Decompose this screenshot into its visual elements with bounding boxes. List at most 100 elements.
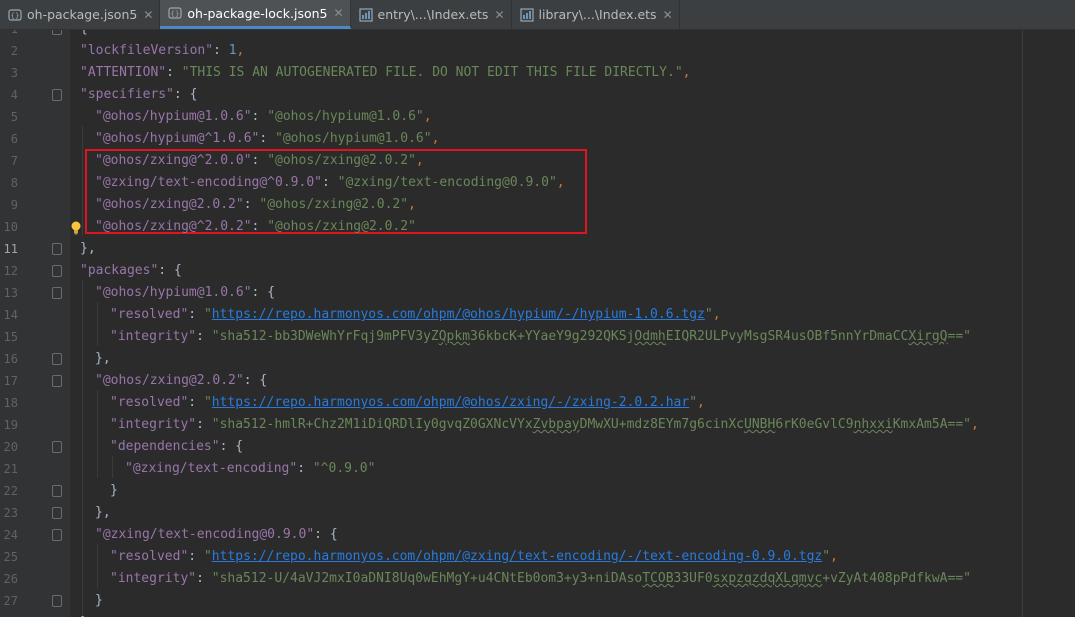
code-line[interactable]: 11}, bbox=[0, 238, 1075, 260]
code-line[interactable]: 17 "@ohos/zxing@2.0.2": { bbox=[0, 370, 1075, 392]
comma: , bbox=[556, 175, 565, 190]
bracket: { bbox=[329, 527, 338, 542]
code-text: "@ohos/zxing@2.0.2": { bbox=[95, 370, 267, 392]
code-line[interactable]: 12 "packages": { bbox=[0, 260, 1075, 282]
line-number: 16 bbox=[3, 352, 18, 366]
quote: " bbox=[203, 307, 212, 322]
url-link[interactable]: https://repo.harmonyos.com/ohpm/@ohos/hy… bbox=[212, 307, 705, 322]
line-number: 18 bbox=[3, 396, 18, 410]
separator: : bbox=[196, 329, 212, 344]
json-key: "dependencies" bbox=[110, 439, 220, 454]
line-number: 6 bbox=[10, 132, 18, 146]
fold-marker-icon bbox=[52, 287, 62, 299]
json-string: "THIS IS AN AUTOGENERATED FILE. DO NOT E… bbox=[181, 65, 683, 80]
json-key: "@zxing/text-encoding@^0.9.0" bbox=[95, 175, 322, 190]
json-string: "@zxing/text-encoding@0.9.0" bbox=[337, 175, 557, 190]
code-line[interactable]: 1{ bbox=[0, 30, 1075, 40]
line-number: 11 bbox=[3, 242, 18, 256]
code-text: "@zxing/text-encoding": "^0.9.0" bbox=[125, 458, 375, 480]
fold-marker-icon bbox=[52, 243, 62, 255]
json-key: "integrity" bbox=[110, 417, 197, 432]
fold-marker-icon bbox=[52, 529, 62, 541]
separator: : bbox=[188, 549, 204, 564]
code-line[interactable]: 3 "ATTENTION": "THIS IS AN AUTOGENERATED … bbox=[0, 62, 1075, 84]
code-text: "ATTENTION": "THIS IS AN AUTOGENERATED F… bbox=[80, 62, 690, 84]
close-icon[interactable]: ✕ bbox=[333, 6, 343, 20]
code-editor[interactable]: 1{2"lockfileVersion": 1,3"ATTENTION": "T… bbox=[0, 30, 1075, 617]
code-line[interactable]: 15 "integrity": "sha512-bb3DWeWhYrFqj9mPF… bbox=[0, 326, 1075, 348]
editor-tab-bar: {} oh-package.json5 ✕ {} oh-package-lock.jso… bbox=[0, 0, 1075, 30]
code-text: "dependencies": { bbox=[110, 436, 243, 458]
code-text: }, bbox=[95, 348, 111, 370]
line-number: 14 bbox=[3, 308, 18, 322]
code-line[interactable]: 27} bbox=[0, 590, 1075, 612]
fold-marker-icon bbox=[52, 485, 62, 497]
code-line[interactable]: 10 "@ohos/zxing@^2.0.2": "@ohos/zxing@2.0… bbox=[0, 216, 1075, 238]
line-number: 10 bbox=[3, 220, 18, 234]
json-string: "^0.9.0" bbox=[312, 461, 376, 476]
code-line[interactable]: 13 "@ohos/hypium@1.0.6": { bbox=[0, 282, 1075, 304]
separator: : bbox=[188, 307, 204, 322]
comma: , bbox=[682, 65, 691, 80]
json-key: "@zxing/text-encoding@0.9.0" bbox=[95, 527, 315, 542]
line-number: 22 bbox=[3, 484, 18, 498]
code-text: "resolved": "https://repo.harmonyos.com/… bbox=[110, 392, 705, 414]
tab-3[interactable]: library\...\Index.ets ✕ bbox=[512, 0, 680, 29]
code-line[interactable]: 6 "@ohos/hypium@^1.0.6": "@ohos/hypium@1.… bbox=[0, 128, 1075, 150]
code-line[interactable]: 28} bbox=[0, 612, 1075, 617]
json-key: "@ohos/zxing@2.0.2" bbox=[95, 197, 244, 212]
separator: : bbox=[251, 109, 268, 124]
json-key: "@ohos/hypium@1.0.6" bbox=[95, 285, 252, 300]
code-text: "@ohos/zxing@^2.0.0": "@ohos/zxing@2.0.2… bbox=[95, 150, 424, 172]
tab-0[interactable]: {} oh-package.json5 ✕ bbox=[0, 0, 161, 29]
code-line[interactable]: 4 "specifiers": { bbox=[0, 84, 1075, 106]
url-link[interactable]: https://repo.harmonyos.com/ohpm/@ohos/zx… bbox=[212, 395, 689, 410]
code-line[interactable]: 23}, bbox=[0, 502, 1075, 524]
svg-text:{}: {} bbox=[171, 10, 180, 18]
quote: " bbox=[822, 549, 831, 564]
code-line[interactable]: 19 "integrity": "sha512-hmlR+Chz2M1iDiQRD… bbox=[0, 414, 1075, 436]
fold-marker-icon bbox=[52, 375, 62, 387]
json-key: "@ohos/zxing@2.0.2" bbox=[95, 373, 244, 388]
tab-2[interactable]: entry\...\Index.ets ✕ bbox=[351, 0, 512, 29]
code-line[interactable]: 14 "resolved": "https://repo.harmonyos.co… bbox=[0, 304, 1075, 326]
typo-warning: Zvbpay bbox=[532, 417, 580, 432]
code-line[interactable]: 2 "lockfileVersion": 1, bbox=[0, 40, 1075, 62]
code-line[interactable]: 16}, bbox=[0, 348, 1075, 370]
code-line[interactable]: 26 "integrity": "sha512-U/4aVJ2mxI0aDNI8U… bbox=[0, 568, 1075, 590]
code-line[interactable]: 21 "@zxing/text-encoding": "^0.9.0" bbox=[0, 458, 1075, 480]
comma: , bbox=[415, 153, 424, 168]
json-key: "integrity" bbox=[110, 329, 197, 344]
code-line[interactable]: 9 "@ohos/zxing@2.0.2": "@ohos/zxing@2.0.2… bbox=[0, 194, 1075, 216]
code-line[interactable]: 18 "resolved": "https://repo.harmonyos.co… bbox=[0, 392, 1075, 414]
line-number: 12 bbox=[3, 264, 18, 278]
bracket: { bbox=[267, 285, 276, 300]
close-icon[interactable]: ✕ bbox=[494, 8, 504, 22]
url-link[interactable]: https://repo.harmonyos.com/ohpm/@zxing/t… bbox=[212, 549, 822, 564]
code-text: "@ohos/hypium@1.0.6": "@ohos/hypium@1.0.… bbox=[95, 106, 432, 128]
code-text: "integrity": "sha512-hmlR+Chz2M1iDiQRDlI… bbox=[110, 414, 979, 436]
close-icon[interactable]: ✕ bbox=[663, 8, 673, 22]
code-line[interactable]: 20 "dependencies": { bbox=[0, 436, 1075, 458]
code-line[interactable]: 8 "@zxing/text-encoding@^0.9.0": "@zxing/… bbox=[0, 172, 1075, 194]
code-text: "@ohos/hypium@^1.0.6": "@ohos/hypium@1.0… bbox=[95, 128, 439, 150]
code-text: "@ohos/zxing@^2.0.2": "@ohos/zxing@2.0.2… bbox=[95, 216, 416, 238]
separator: : bbox=[259, 131, 276, 146]
close-icon[interactable]: ✕ bbox=[143, 8, 153, 22]
comma: , bbox=[830, 549, 838, 564]
code-line[interactable]: 25 "resolved": "https://repo.harmonyos.co… bbox=[0, 546, 1075, 568]
code-line[interactable]: 24 "@zxing/text-encoding@0.9.0": { bbox=[0, 524, 1075, 546]
quote: " bbox=[203, 395, 212, 410]
code-line[interactable]: 7 "@ohos/zxing@^2.0.0": "@ohos/zxing@2.0.… bbox=[0, 150, 1075, 172]
separator: : bbox=[314, 527, 330, 542]
separator: : bbox=[219, 439, 236, 454]
code-text: "specifiers": { bbox=[80, 84, 197, 106]
json-string: "@ohos/zxing@2.0.2" bbox=[267, 153, 416, 168]
code-text: }, bbox=[95, 502, 111, 524]
code-line[interactable]: 22} bbox=[0, 480, 1075, 502]
tab-1[interactable]: {} oh-package-lock.json5 ✕ bbox=[160, 0, 351, 29]
bracket: } bbox=[95, 593, 103, 608]
bracket: }, bbox=[95, 351, 111, 366]
code-line[interactable]: 5 "@ohos/hypium@1.0.6": "@ohos/hypium@1.0… bbox=[0, 106, 1075, 128]
json-key: "@ohos/hypium@^1.0.6" bbox=[95, 131, 260, 146]
